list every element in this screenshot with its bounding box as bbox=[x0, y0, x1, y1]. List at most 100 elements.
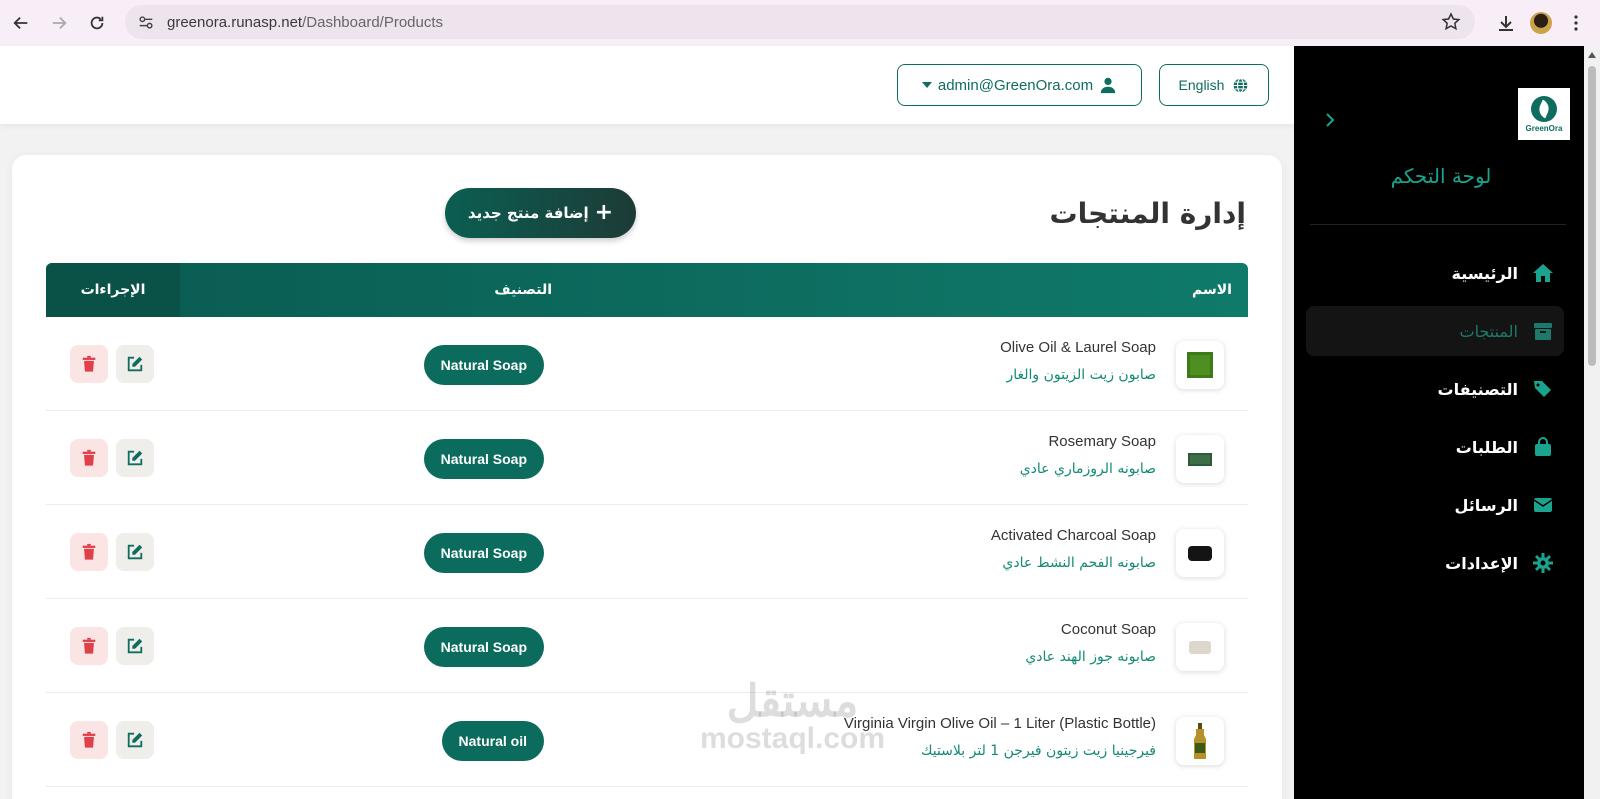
product-name-ar: صابون زيت الزيتون والغار bbox=[1006, 367, 1156, 383]
sidebar-menu: الرئيسية المنتجات التصنيفات الطلبات الرس… bbox=[1306, 248, 1564, 596]
trash-icon bbox=[82, 637, 96, 654]
sidebar-title: لوحة التحكم bbox=[1390, 164, 1492, 188]
product-thumbnail bbox=[1176, 529, 1224, 577]
sidebar: GreenOra لوحة التحكم الرئيسية المنتجات ا… bbox=[1294, 46, 1584, 799]
coconut-soap-image bbox=[1189, 641, 1211, 654]
watermark-en: mostaql.com bbox=[700, 722, 886, 755]
sidebar-divider bbox=[1310, 224, 1566, 225]
table-row: Coconut Soap صابونه جوز الهند عادي Natur… bbox=[46, 599, 1248, 693]
product-name-ar: صابونه جوز الهند عادي bbox=[1025, 649, 1156, 665]
sidebar-item-messages[interactable]: الرسائل bbox=[1306, 480, 1564, 530]
category-badge: Natural Soap bbox=[423, 627, 544, 667]
add-product-button[interactable]: إضافة منتج جديد + bbox=[445, 188, 636, 238]
chevron-right-icon[interactable] bbox=[1322, 112, 1338, 128]
user-icon bbox=[1100, 77, 1116, 94]
column-actions: الإجراءات bbox=[46, 263, 180, 317]
edit-button[interactable] bbox=[116, 533, 154, 571]
plus-icon: + bbox=[594, 200, 614, 225]
product-name-ar: صابونه الفحم النشط عادي bbox=[1002, 555, 1156, 571]
edit-icon bbox=[127, 638, 143, 654]
table-row: Olive Oil & Laurel Soap صابون زيت الزيتو… bbox=[46, 317, 1248, 411]
sidebar-item-label: الرئيسية bbox=[1451, 263, 1519, 283]
edit-icon bbox=[127, 732, 143, 748]
leaf-logo-icon bbox=[1531, 95, 1557, 122]
trash-icon bbox=[82, 543, 96, 560]
globe-icon bbox=[1234, 77, 1248, 93]
forward-button[interactable] bbox=[42, 6, 76, 40]
trash-icon bbox=[82, 449, 96, 466]
watermark-ar: مستقل bbox=[726, 677, 859, 726]
caret-down-icon bbox=[921, 82, 932, 88]
product-name-en: Virginia Virgin Olive Oil – 1 Liter (Pla… bbox=[843, 715, 1156, 732]
sidebar-item-label: التصنيفات bbox=[1437, 379, 1518, 399]
reload-button[interactable] bbox=[80, 6, 114, 40]
product-thumbnail bbox=[1176, 435, 1224, 483]
language-label: English bbox=[1178, 77, 1225, 93]
delete-button[interactable] bbox=[70, 345, 108, 383]
product-thumbnail bbox=[1176, 341, 1224, 389]
sidebar-item-orders[interactable]: الطلبات bbox=[1306, 422, 1564, 472]
bookmark-star-icon[interactable] bbox=[1441, 12, 1461, 32]
user-menu-button[interactable]: admin@GreenOra.com bbox=[897, 64, 1142, 106]
category-badge: Natural oil bbox=[441, 721, 544, 761]
profile-avatar[interactable] bbox=[1530, 12, 1552, 34]
column-name: الاسم bbox=[1192, 282, 1232, 298]
envelope-icon bbox=[1533, 498, 1553, 512]
back-button[interactable] bbox=[4, 6, 38, 40]
edit-icon bbox=[127, 450, 143, 466]
rosemary-soap-image bbox=[1188, 453, 1212, 466]
column-category: التصنيف bbox=[494, 282, 552, 298]
product-name-en: Coconut Soap bbox=[1060, 621, 1156, 638]
edit-icon bbox=[127, 544, 143, 560]
url-text: greenora.runasp.net/Dashboard/Products bbox=[167, 14, 443, 31]
more-menu-icon[interactable] bbox=[1566, 13, 1586, 33]
gear-icon bbox=[1533, 553, 1553, 573]
green-soap-image bbox=[1187, 352, 1213, 378]
product-name-en: Olive Oil & Laurel Soap bbox=[1000, 339, 1156, 356]
scroll-up-icon[interactable] bbox=[1588, 52, 1596, 58]
products-table-body: Olive Oil & Laurel Soap صابون زيت الزيتو… bbox=[46, 317, 1248, 787]
charcoal-soap-image bbox=[1188, 546, 1212, 561]
sidebar-item-settings[interactable]: الإعدادات bbox=[1306, 538, 1564, 588]
reload-icon bbox=[90, 16, 104, 30]
delete-button[interactable] bbox=[70, 533, 108, 571]
table-row: Activated Charcoal Soap صابونه الفحم الن… bbox=[46, 505, 1248, 599]
greenora-logo[interactable]: GreenOra bbox=[1518, 88, 1570, 140]
table-row: Rosemary Soap صابونه الروزماري عادي Natu… bbox=[46, 411, 1248, 505]
delete-button[interactable] bbox=[70, 627, 108, 665]
product-name-en: Rosemary Soap bbox=[1048, 433, 1156, 450]
sidebar-item-home[interactable]: الرئيسية bbox=[1306, 248, 1564, 298]
sidebar-item-label: الإعدادات bbox=[1445, 553, 1518, 573]
delete-button[interactable] bbox=[70, 439, 108, 477]
watermark: مستقل mostaql.com bbox=[700, 680, 885, 754]
sidebar-item-label: الطلبات bbox=[1455, 437, 1518, 457]
product-thumbnail bbox=[1176, 623, 1224, 671]
product-name-en: Activated Charcoal Soap bbox=[990, 527, 1156, 544]
category-badge: Natural Soap bbox=[423, 533, 544, 573]
logo-text: GreenOra bbox=[1525, 123, 1563, 133]
trash-icon bbox=[82, 731, 96, 748]
language-button[interactable]: English bbox=[1159, 64, 1269, 106]
category-badge: Natural Soap bbox=[423, 439, 544, 479]
edit-button[interactable] bbox=[116, 345, 154, 383]
user-email: admin@GreenOra.com bbox=[937, 76, 1094, 94]
site-settings-icon[interactable] bbox=[137, 13, 155, 31]
product-name-ar: صابونه الروزماري عادي bbox=[1019, 461, 1156, 477]
address-bar[interactable]: greenora.runasp.net/Dashboard/Products bbox=[125, 5, 1475, 39]
scrollbar-thumb[interactable] bbox=[1588, 66, 1596, 366]
page-scrollbar[interactable] bbox=[1584, 46, 1600, 799]
trash-icon bbox=[82, 355, 96, 372]
edit-button[interactable] bbox=[116, 627, 154, 665]
sidebar-item-label: المنتجات bbox=[1459, 321, 1519, 341]
url-path: /Dashboard/Products bbox=[302, 13, 444, 31]
product-name-ar: فيرجينيا زيت زيتون فيرجن 1 لتر بلاستيك bbox=[920, 743, 1156, 759]
arrow-left-icon bbox=[13, 16, 28, 30]
shopping-bag-icon bbox=[1535, 437, 1551, 456]
edit-button[interactable] bbox=[116, 439, 154, 477]
edit-button[interactable] bbox=[116, 721, 154, 759]
download-icon[interactable] bbox=[1496, 13, 1516, 33]
url-host: greenora.runasp.net bbox=[167, 13, 303, 31]
sidebar-item-products[interactable]: المنتجات bbox=[1306, 306, 1564, 356]
delete-button[interactable] bbox=[70, 721, 108, 759]
sidebar-item-categories[interactable]: التصنيفات bbox=[1306, 364, 1564, 414]
